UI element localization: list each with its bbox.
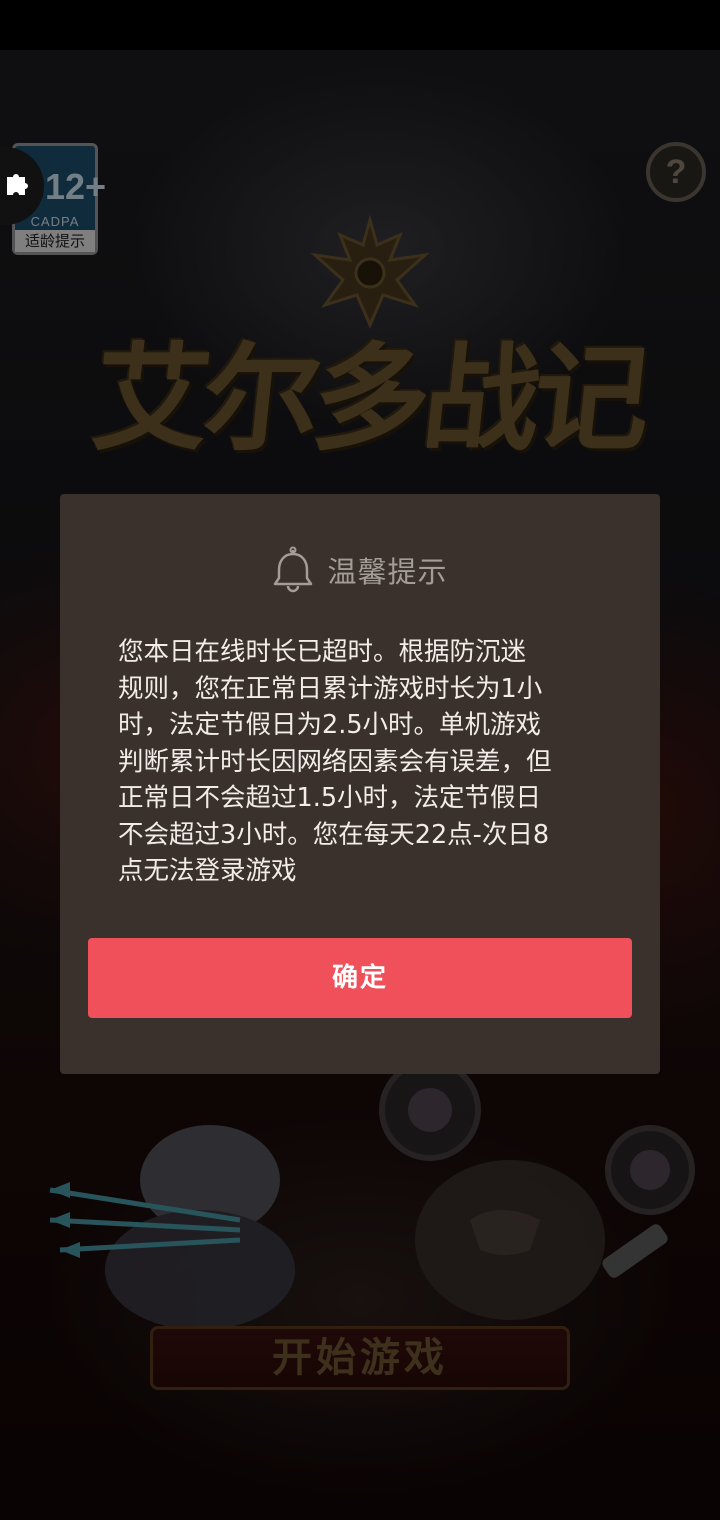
bell-icon <box>274 546 313 593</box>
anti-addiction-dialog: 温馨提示 您本日在线时长已超时。根据防沉迷 规则，您在正常日累计游戏时长为1小 … <box>60 494 660 1074</box>
dialog-title: 温馨提示 <box>327 555 448 589</box>
puzzle-icon <box>7 174 28 195</box>
dialog-header: 温馨提示 <box>60 546 660 606</box>
dialog-message: 您本日在线时长已超时。根据防沉迷 规则，您在正常日累计游戏时长为1小 时，法定节… <box>118 637 552 886</box>
status-bar <box>0 0 720 50</box>
game-screen: 12+ CADPA 适龄提示 ? 艾尔多战记 开始游戏 温馨提示 您本日在线时长… <box>0 0 720 1520</box>
confirm-button[interactable]: 确定 <box>88 938 632 1018</box>
